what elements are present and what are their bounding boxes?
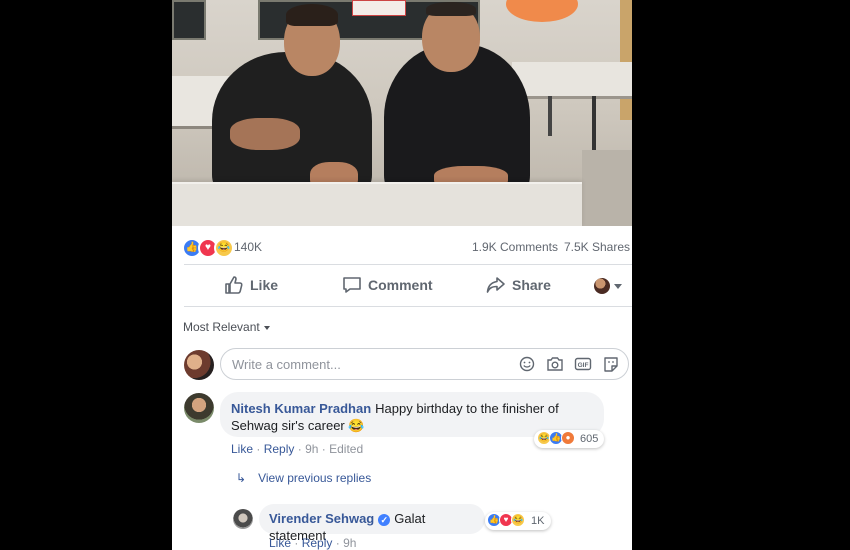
like-label: Like xyxy=(250,277,279,293)
reply-author-avatar[interactable] xyxy=(233,509,253,529)
comment-author[interactable]: Nitesh Kumar Pradhan xyxy=(231,401,371,416)
haha-reaction-icon[interactable]: 😂 xyxy=(214,238,234,258)
comment-meta: Like · Reply · 9h · Edited xyxy=(231,442,364,456)
sort-label: Most Relevant xyxy=(183,320,260,334)
chevron-down-icon[interactable] xyxy=(614,284,622,289)
blackboard-left xyxy=(172,0,206,40)
viewer-avatar[interactable] xyxy=(594,278,610,294)
reply-bubble: Virender Sehwag ✓ Galat statement xyxy=(259,504,485,543)
comment-like-link[interactable]: Like xyxy=(231,442,253,456)
reply-arrow-icon: ↳ xyxy=(236,471,247,485)
share-button[interactable]: Share xyxy=(486,276,551,294)
wall-panel xyxy=(620,0,632,120)
shares-count[interactable]: 7.5K Shares xyxy=(564,240,630,254)
view-previous-label: View previous replies xyxy=(258,471,372,485)
reply-reply-link[interactable]: Reply xyxy=(302,536,333,550)
wall-sign xyxy=(352,0,406,16)
reply-like-link[interactable]: Like xyxy=(269,536,291,550)
angry-reaction-icon: ● xyxy=(561,431,575,445)
divider xyxy=(184,306,632,307)
view-previous-replies[interactable]: ↳ View previous replies xyxy=(236,471,371,485)
comment-button[interactable]: Comment xyxy=(342,276,433,294)
share-arrow-icon xyxy=(486,277,505,293)
emoji-icon[interactable] xyxy=(518,356,536,372)
chevron-down-icon xyxy=(263,325,270,330)
facebook-post: 👍 ♥ 😂 140K 1.9K Comments 7.5K Shares Lik… xyxy=(172,0,632,550)
comments-count[interactable]: 1.9K Comments xyxy=(472,240,558,254)
reaction-count[interactable]: 140K xyxy=(234,240,262,254)
balloon xyxy=(506,0,578,22)
haha-reaction-icon: 😂 xyxy=(511,513,525,527)
reply-author[interactable]: Virender Sehwag xyxy=(269,511,374,526)
like-button[interactable]: Like xyxy=(224,276,278,294)
share-label: Share xyxy=(512,277,551,293)
comment-reactions[interactable]: 😂 👍 ● 605 xyxy=(534,430,604,448)
comment-reaction-count: 605 xyxy=(580,433,599,445)
action-bar: Like Comment Share xyxy=(172,268,632,304)
reply-time[interactable]: 9h xyxy=(343,536,356,550)
current-user-avatar[interactable] xyxy=(184,350,214,380)
sticker-icon[interactable] xyxy=(602,356,620,372)
comment-input[interactable]: Write a comment... GIF xyxy=(220,348,629,380)
table xyxy=(172,182,582,226)
post-photo[interactable] xyxy=(172,0,632,226)
gif-icon[interactable]: GIF xyxy=(574,356,592,372)
comment-placeholder: Write a comment... xyxy=(232,357,341,372)
comment-reply-link[interactable]: Reply xyxy=(264,442,295,456)
reply-meta: Like · Reply · 9h xyxy=(269,536,357,550)
reply-reaction-count: 1K xyxy=(531,515,545,527)
comment-icon xyxy=(343,277,361,293)
verified-badge-icon: ✓ xyxy=(378,513,391,526)
arm-left xyxy=(230,118,300,150)
svg-text:GIF: GIF xyxy=(578,362,589,369)
floor xyxy=(582,150,632,226)
comment-sort-dropdown[interactable]: Most Relevant xyxy=(183,320,270,334)
thumbs-up-icon xyxy=(225,276,243,294)
comment-label: Comment xyxy=(368,277,433,293)
commenter-avatar[interactable] xyxy=(184,393,214,423)
comment-time[interactable]: 9h xyxy=(305,442,318,456)
comment-edited[interactable]: Edited xyxy=(329,442,363,456)
desk-leg xyxy=(548,96,552,136)
reaction-summary: 👍 ♥ 😂 140K 1.9K Comments 7.5K Shares xyxy=(172,230,632,262)
desk-back xyxy=(512,62,632,99)
reply-reactions[interactable]: 👍 ♥ 😂 1K xyxy=(485,512,551,530)
camera-icon[interactable] xyxy=(546,356,564,372)
hair-right xyxy=(426,2,476,16)
divider xyxy=(184,264,632,265)
hair-left xyxy=(286,4,338,26)
